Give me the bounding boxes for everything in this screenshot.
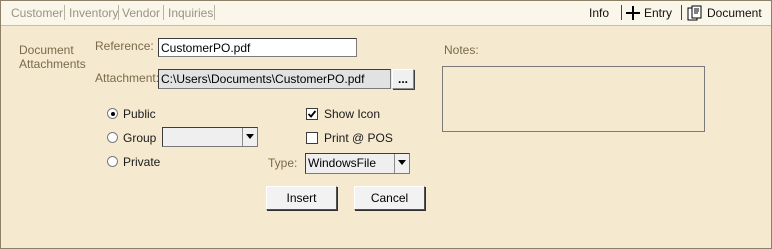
radio-private[interactable] (107, 156, 118, 167)
tab-inventory[interactable]: Inventory (69, 6, 118, 20)
tab-inquiries[interactable]: Inquiries (168, 6, 213, 20)
tab-customer[interactable]: Customer (11, 6, 63, 20)
radio-group[interactable] (107, 132, 118, 143)
info-button[interactable]: Info (589, 6, 609, 20)
tab-vendor[interactable]: Vendor (122, 6, 160, 20)
document-icon (687, 5, 703, 21)
document-attachment-window: Customer Inventory Vendor Inquiries Info… (0, 0, 772, 249)
print-pos-label[interactable]: Print @ POS (324, 131, 393, 145)
tab-divider (118, 5, 119, 20)
radio-selected-dot (110, 111, 115, 116)
checkmark-icon (307, 110, 317, 118)
browse-button[interactable]: ... (392, 69, 414, 89)
show-icon-label[interactable]: Show Icon (324, 107, 380, 121)
reference-label: Reference: (95, 39, 154, 53)
type-select[interactable]: WindowsFile (305, 153, 410, 174)
tab-bar: Customer Inventory Vendor Inquiries Info… (1, 1, 771, 26)
section-label: Document Attachments (19, 43, 86, 71)
insert-button[interactable]: Insert (266, 186, 337, 210)
header-divider (621, 5, 622, 20)
group-label[interactable]: Group (123, 131, 156, 145)
entry-button[interactable]: Entry (644, 6, 672, 20)
private-label[interactable]: Private (123, 155, 160, 169)
cancel-button[interactable]: Cancel (354, 186, 425, 210)
notes-textarea[interactable] (442, 66, 705, 132)
header-divider (681, 5, 682, 20)
radio-public[interactable] (107, 108, 118, 119)
attachment-path-field[interactable]: C:\Users\Documents\CustomerPO.pdf (158, 69, 391, 89)
chevron-down-icon (242, 128, 257, 146)
group-select[interactable] (162, 127, 258, 147)
plus-icon (626, 6, 640, 20)
type-select-value: WindowsFile (308, 156, 377, 170)
attachment-label: Attachment: (95, 71, 160, 85)
notes-label: Notes: (444, 43, 479, 57)
tab-divider (64, 5, 65, 20)
chevron-down-icon (394, 154, 409, 173)
tab-divider (163, 5, 164, 20)
document-button[interactable]: Document (707, 6, 762, 20)
show-icon-checkbox[interactable] (306, 108, 318, 120)
public-label[interactable]: Public (123, 107, 156, 121)
tab-divider (214, 5, 215, 20)
reference-input[interactable]: CustomerPO.pdf (158, 38, 357, 57)
type-label: Type: (268, 156, 298, 170)
print-pos-checkbox[interactable] (306, 132, 318, 144)
